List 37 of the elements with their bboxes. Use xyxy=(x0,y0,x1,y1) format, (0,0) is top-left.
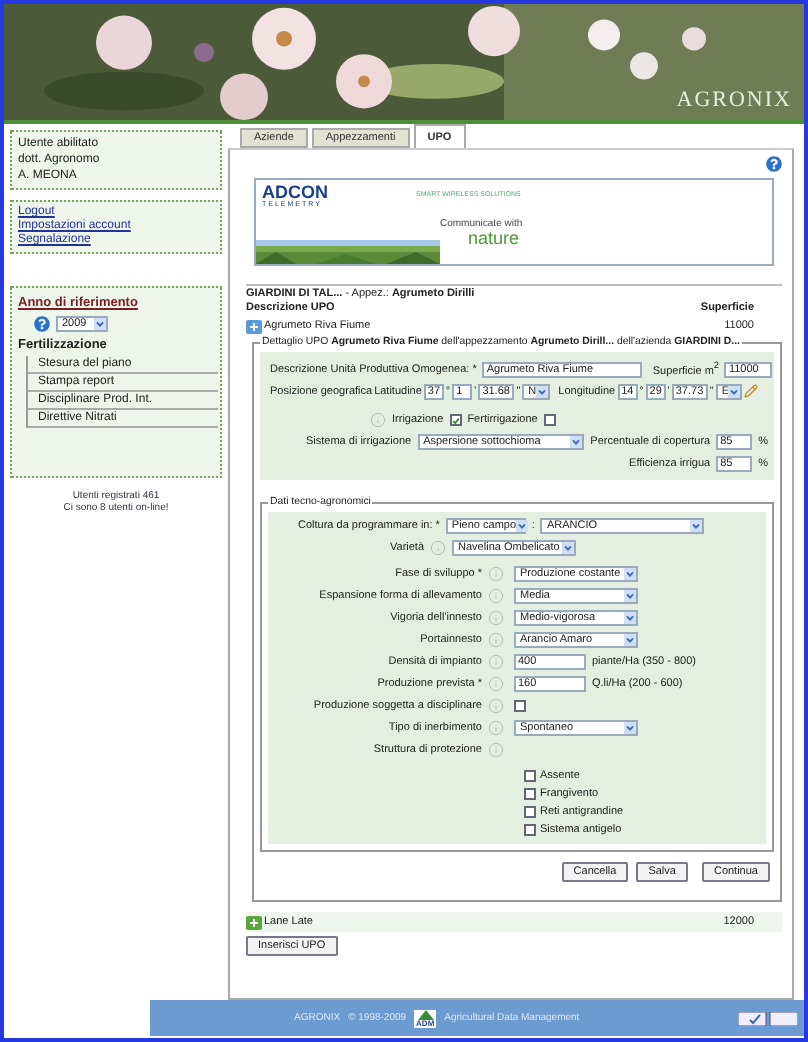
info-icon[interactable] xyxy=(488,719,504,735)
dropdown-arrow-icon xyxy=(624,721,636,733)
dropdown-arrow-icon xyxy=(562,541,575,553)
info-icon[interactable] xyxy=(488,609,504,625)
dropdown-arrow-icon xyxy=(690,519,703,531)
info-icon[interactable] xyxy=(488,653,504,669)
dropdown-arrow-icon xyxy=(624,633,636,645)
pencil-icon[interactable] xyxy=(743,384,758,398)
dropdown-arrow-icon xyxy=(570,435,583,447)
info-icon[interactable] xyxy=(488,741,504,757)
checkbox[interactable] xyxy=(524,805,536,817)
help-icon[interactable] xyxy=(766,156,782,172)
dropdown-arrow-icon xyxy=(624,611,636,623)
app-logo: AGRONIX xyxy=(676,88,792,112)
help-icon[interactable] xyxy=(34,316,50,332)
dropdown-arrow-icon xyxy=(728,385,741,397)
info-icon[interactable] xyxy=(430,539,447,555)
checkbox[interactable] xyxy=(514,699,526,711)
dropdown-arrow-icon xyxy=(624,589,636,601)
checkbox[interactable] xyxy=(524,769,536,781)
checkbox[interactable] xyxy=(524,787,536,799)
info-icon[interactable] xyxy=(488,631,504,647)
dropdown-arrow-icon xyxy=(516,519,529,531)
info-icon[interactable] xyxy=(488,675,504,691)
dropdown-arrow-icon xyxy=(94,318,106,330)
checkbox[interactable] xyxy=(543,413,556,425)
info-icon[interactable] xyxy=(488,697,504,713)
validation-badges-icon[interactable] xyxy=(738,1011,798,1025)
banner-slogan: nature xyxy=(468,230,520,248)
dropdown-arrow-icon xyxy=(624,567,636,579)
info-icon[interactable] xyxy=(370,411,386,427)
checkbox[interactable] xyxy=(449,413,462,425)
banner-brand: ADCON xyxy=(260,180,328,200)
info-icon[interactable] xyxy=(488,565,504,581)
info-icon[interactable] xyxy=(488,587,504,603)
checkbox[interactable] xyxy=(524,823,536,835)
dropdown-arrow-icon xyxy=(536,385,549,397)
